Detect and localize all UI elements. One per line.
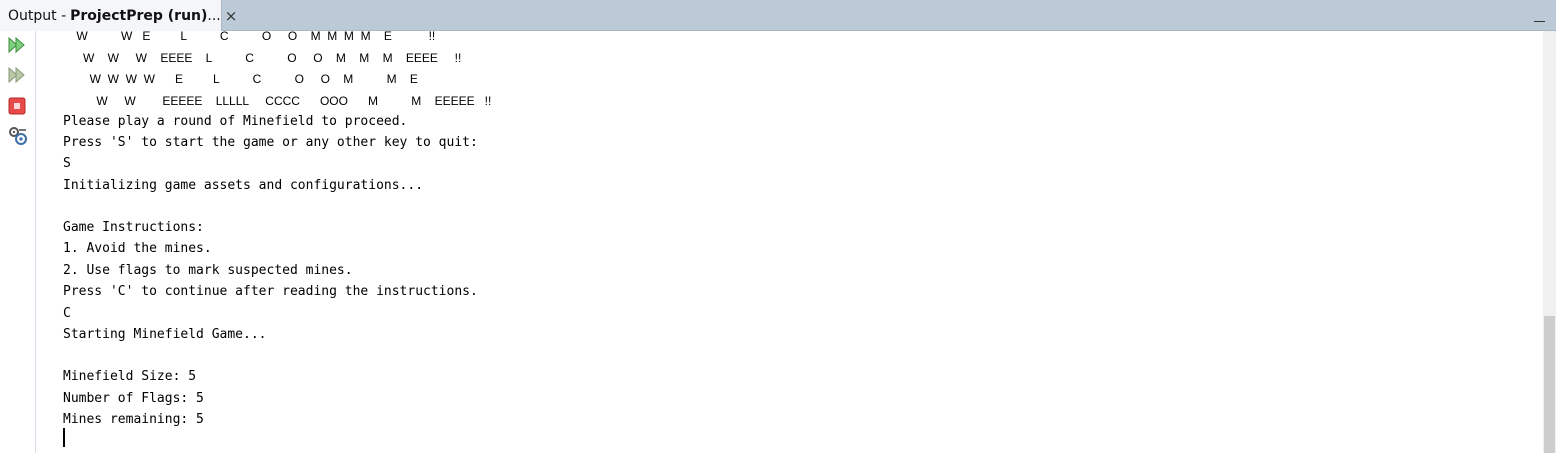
stop-button[interactable] (7, 96, 27, 116)
settings-icon (9, 127, 27, 145)
close-icon[interactable]: × (225, 7, 238, 25)
rerun-with-options-icon (8, 66, 25, 84)
console-line: Minefield Size: 5 (63, 369, 197, 384)
banner-line: W W E L C O O M M M M E !! (63, 31, 436, 43)
console-line: Game Instructions: (63, 220, 204, 235)
console-line: S (63, 156, 71, 171)
console-line: 1. Avoid the mines. (63, 241, 212, 256)
console-line: Mines remaining: 5 (63, 412, 204, 427)
input-caret (63, 428, 65, 447)
tab-prefix: Output - (8, 7, 67, 24)
console-line: Press 'S' to start the game or any other… (63, 135, 478, 150)
output-toolbar (0, 31, 36, 453)
console-line: Press 'C' to continue after reading the … (63, 284, 478, 299)
banner-line: W W W EEEE L C O O M M M EEEE !! (63, 51, 462, 65)
settings-button[interactable] (7, 125, 27, 145)
output-tab[interactable]: Output - ProjectPrep (run) ... × (0, 0, 237, 31)
console-line: 2. Use flags to mark suspected mines. (63, 263, 353, 278)
console-output[interactable]: W W E L C O O M M M M E !! W W W EEEE L … (37, 31, 1543, 453)
console-line: Starting Minefield Game... (63, 327, 267, 342)
scrollbar-thumb[interactable] (1544, 316, 1555, 453)
output-window: Output - ProjectPrep (run) ... × W W E L… (0, 0, 1556, 453)
rerun-with-options-button[interactable] (7, 65, 27, 85)
console-line: Number of Flags: 5 (63, 391, 204, 406)
output-tabbar: Output - ProjectPrep (run) ... × (0, 0, 1556, 31)
tab-title: ProjectPrep (run) (70, 7, 208, 24)
rerun-icon (8, 36, 25, 54)
banner-line: W W EEEEE LLLLL CCCC OOO M M EEEEE !! (63, 94, 492, 108)
console-line: C (63, 306, 71, 321)
stop-icon (8, 97, 26, 115)
tab-suffix: ... (207, 7, 221, 24)
console-line: Initializing game assets and configurati… (63, 178, 424, 193)
vertical-scrollbar[interactable] (1543, 31, 1556, 453)
console-line: Please play a round of Minefield to proc… (63, 114, 408, 129)
rerun-button[interactable] (7, 35, 27, 55)
banner-line: W W W W E L C O O M M E (63, 72, 418, 86)
minimize-icon[interactable] (1534, 6, 1546, 24)
